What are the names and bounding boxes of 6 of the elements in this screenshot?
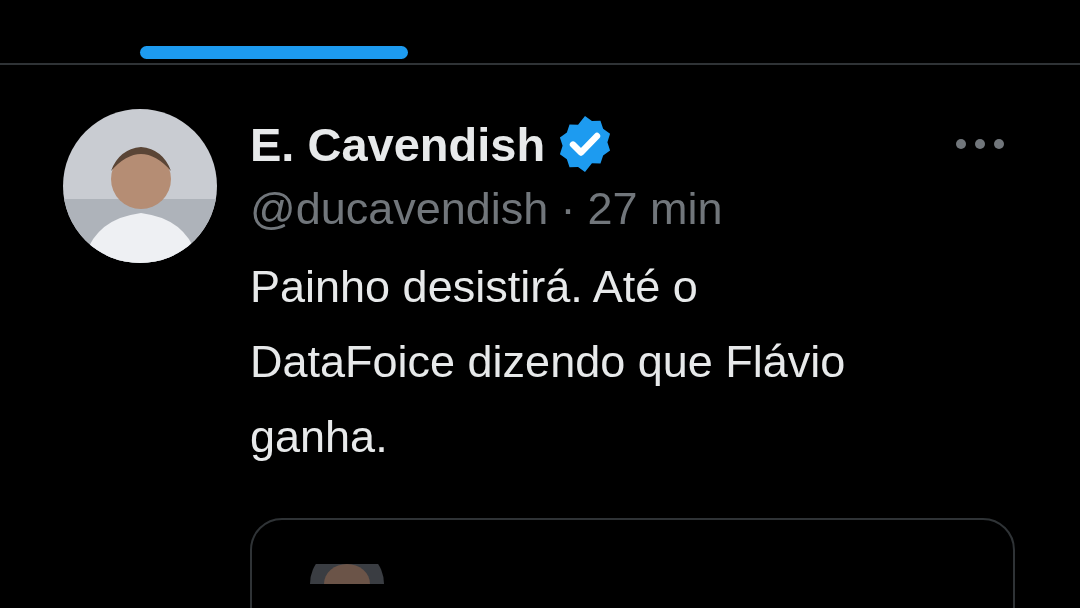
author-name[interactable]: E. Cavendish [250, 116, 546, 172]
user-handle[interactable]: @ducavendish [250, 183, 549, 235]
separator: · [560, 183, 576, 235]
timestamp[interactable]: 27 min [587, 183, 723, 235]
more-icon[interactable] [955, 138, 1005, 150]
tweet-text: Painho desistirá. Até o DataFoice dizendo que Flávio ganha. [250, 260, 847, 464]
